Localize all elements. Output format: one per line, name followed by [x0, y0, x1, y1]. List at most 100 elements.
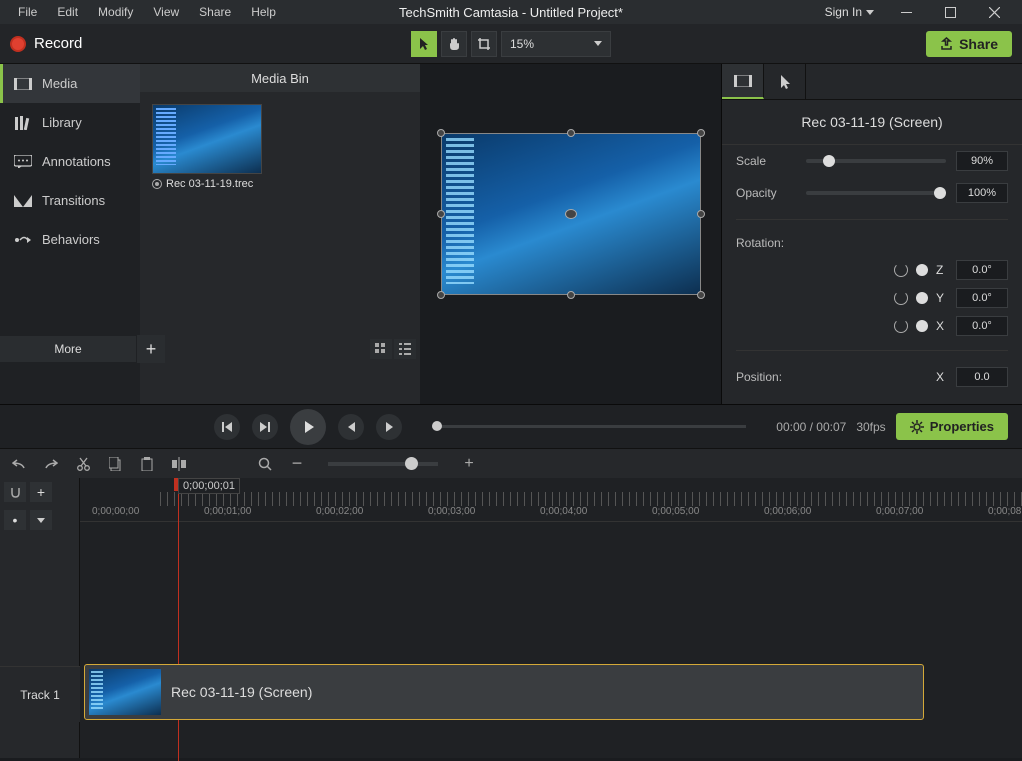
rotation-y-row: Y 0.0° [722, 284, 1022, 312]
view-list-button[interactable] [394, 339, 416, 359]
menu-file[interactable]: File [8, 3, 47, 21]
timeline-zoom-slider[interactable] [328, 462, 438, 466]
maximize-button[interactable] [930, 0, 970, 24]
track-marker-button[interactable]: • [4, 510, 26, 530]
window-title: TechSmith Camtasia - Untitled Project* [399, 5, 623, 20]
rotate-handle[interactable] [565, 209, 577, 219]
track-label[interactable]: Track 1 [0, 666, 80, 722]
rotation-x-row: X 0.0° [722, 312, 1022, 340]
position-x-value[interactable]: 0.0 [956, 367, 1008, 387]
copy-button[interactable] [106, 455, 124, 473]
rotation-x-knob[interactable] [916, 320, 928, 332]
timeline-tools: − + [0, 448, 1022, 478]
pan-tool[interactable] [441, 31, 467, 57]
timeline: + • 0;00;00;01 0;00;00;00 0;00;01;00 0;0… [0, 478, 1022, 758]
properties-tab-cursor[interactable] [764, 64, 806, 99]
canvas-media[interactable] [441, 133, 701, 295]
position-label: Position: [736, 370, 796, 384]
timeline-clip[interactable]: Rec 03-11-19 (Screen) [84, 664, 924, 720]
media-icon [14, 77, 32, 91]
menu-share[interactable]: Share [189, 3, 241, 21]
menu-help[interactable]: Help [241, 3, 286, 21]
resize-handle-tl[interactable] [437, 129, 445, 137]
cut-button[interactable] [74, 455, 92, 473]
next-frame-button[interactable] [252, 414, 278, 440]
resize-handle-b[interactable] [567, 291, 575, 299]
share-button[interactable]: Share [926, 31, 1012, 57]
playback-scrubber[interactable] [432, 425, 746, 428]
prev-frame-button[interactable] [214, 414, 240, 440]
view-grid-button[interactable] [370, 339, 392, 359]
toolbar: Record 15% Share [0, 24, 1022, 64]
resize-handle-t[interactable] [567, 129, 575, 137]
library-icon [14, 116, 32, 130]
play-button[interactable] [290, 409, 326, 445]
resize-handle-br[interactable] [697, 291, 705, 299]
resize-handle-bl[interactable] [437, 291, 445, 299]
sidebar-item-behaviors[interactable]: Behaviors [0, 220, 140, 259]
rotation-z-value[interactable]: 0.0° [956, 260, 1008, 280]
scale-value[interactable]: 90% [956, 151, 1008, 171]
clip-label: Rec 03-11-19 (Screen) [171, 684, 312, 700]
menu-modify[interactable]: Modify [88, 3, 143, 21]
menubar: File Edit Modify View Share Help TechSmi… [0, 0, 1022, 24]
minimize-button[interactable] [886, 0, 926, 24]
playback-bar: 00:00 / 00:07 30fps Properties [0, 404, 1022, 448]
track-expand-button[interactable] [30, 510, 52, 530]
sidebar-item-annotations[interactable]: Annotations [0, 142, 140, 181]
step-forward-button[interactable] [376, 414, 402, 440]
crop-tool[interactable] [471, 31, 497, 57]
timeline-ruler[interactable]: 0;00;00;01 0;00;00;00 0;00;01;00 0;00;02… [80, 478, 1022, 522]
annotations-icon [14, 155, 32, 169]
paste-button[interactable] [138, 455, 156, 473]
scale-slider[interactable] [806, 159, 946, 163]
properties-button[interactable]: Properties [896, 413, 1008, 440]
step-back-button[interactable] [338, 414, 364, 440]
close-button[interactable] [974, 0, 1014, 24]
rotation-label: Rotation: [736, 236, 796, 250]
gear-icon [910, 420, 924, 434]
recording-icon [152, 179, 162, 189]
resize-handle-tr[interactable] [697, 129, 705, 137]
zoom-in-button[interactable]: + [460, 455, 478, 473]
sidebar-more-button[interactable]: More [0, 336, 136, 362]
sidebar-item-library[interactable]: Library [0, 103, 140, 142]
zoom-out-button[interactable]: − [288, 455, 306, 473]
media-thumbnail[interactable]: Rec 03-11-19.trec [152, 104, 262, 194]
sidebar-item-media[interactable]: Media [0, 64, 140, 103]
add-track-button[interactable]: + [30, 482, 52, 502]
transitions-icon [14, 194, 32, 208]
redo-button[interactable] [42, 455, 60, 473]
sidebar-add-button[interactable]: + [137, 335, 165, 363]
opacity-value[interactable]: 100% [956, 183, 1008, 203]
rotate-icon [894, 319, 908, 333]
rotation-y-knob[interactable] [916, 292, 928, 304]
track-magnet-button[interactable] [4, 482, 26, 502]
canvas[interactable] [420, 64, 722, 404]
resize-handle-r[interactable] [697, 210, 705, 218]
rotation-z-knob[interactable] [916, 264, 928, 276]
zoom-fit-button[interactable] [256, 455, 274, 473]
rotation-y-value[interactable]: 0.0° [956, 288, 1008, 308]
playback-fps: 30fps [856, 420, 885, 434]
undo-button[interactable] [10, 455, 28, 473]
properties-panel: Rec 03-11-19 (Screen) Scale 90% Opacity … [722, 64, 1022, 404]
media-bin-header: Media Bin [140, 64, 420, 92]
behaviors-icon [14, 233, 32, 247]
rotate-icon [894, 291, 908, 305]
scale-label: Scale [736, 154, 796, 168]
properties-tab-visual[interactable] [722, 64, 764, 99]
resize-handle-l[interactable] [437, 210, 445, 218]
canvas-zoom-select[interactable]: 15% [501, 31, 611, 57]
sign-in-button[interactable]: Sign In [817, 3, 882, 21]
record-button[interactable]: Record [10, 35, 82, 52]
opacity-slider[interactable] [806, 191, 946, 195]
rotation-x-value[interactable]: 0.0° [956, 316, 1008, 336]
playhead-time: 0;00;00;01 [178, 478, 240, 494]
select-tool[interactable] [411, 31, 437, 57]
sidebar-item-transitions[interactable]: Transitions [0, 181, 140, 220]
split-button[interactable] [170, 455, 188, 473]
menu-view[interactable]: View [143, 3, 189, 21]
clip-thumbnail [89, 669, 161, 715]
menu-edit[interactable]: Edit [47, 3, 88, 21]
